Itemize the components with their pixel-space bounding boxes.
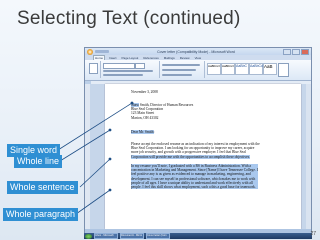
connector-single-word-dot <box>130 101 134 105</box>
connector-whole-sentence <box>79 158 111 188</box>
connector-whole-sentence-dot <box>108 157 112 161</box>
connector-whole-paragraph-dot <box>108 188 112 192</box>
label-whole-sentence: Whole sentence <box>7 181 78 194</box>
slide-number: 27 <box>310 231 316 237</box>
label-whole-paragraph: Whole paragraph <box>3 208 79 221</box>
connector-whole-line-dot <box>108 128 112 132</box>
connector-single-word <box>57 102 133 151</box>
callout-connectors <box>57 101 134 215</box>
connector-whole-line <box>59 129 111 162</box>
label-whole-line: Whole line <box>14 155 63 168</box>
connector-whole-paragraph <box>75 189 111 215</box>
